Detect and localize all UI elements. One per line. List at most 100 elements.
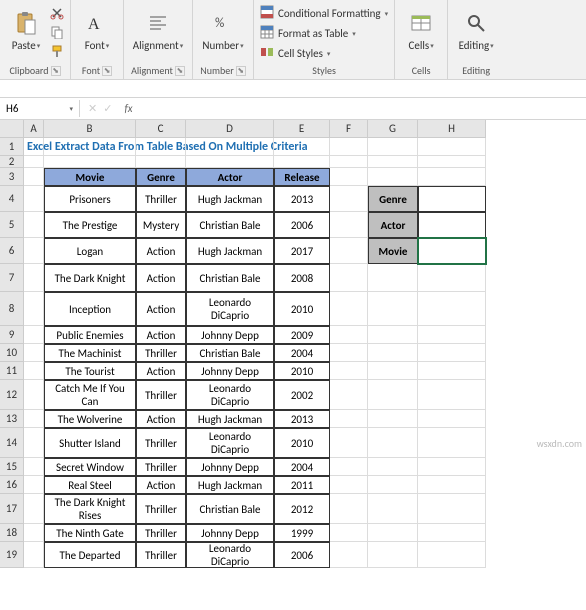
table-cell[interactable]: 2008 xyxy=(274,264,330,292)
cell[interactable] xyxy=(368,380,418,410)
cell[interactable] xyxy=(418,458,486,476)
table-cell[interactable]: The Dark Knight xyxy=(44,264,136,292)
table-cell[interactable]: 2006 xyxy=(274,542,330,568)
cell[interactable] xyxy=(186,138,274,156)
cell[interactable] xyxy=(368,264,418,292)
cell[interactable] xyxy=(418,410,486,428)
cell[interactable] xyxy=(330,138,368,156)
row-header[interactable]: 16 xyxy=(0,476,24,494)
cell[interactable] xyxy=(418,264,486,292)
table-cell[interactable]: Christian Bale xyxy=(186,494,274,524)
cells-button[interactable]: Cells▾ xyxy=(401,2,441,58)
cell[interactable] xyxy=(418,156,486,168)
table-cell[interactable]: Thriller xyxy=(136,542,186,568)
cell[interactable] xyxy=(24,212,44,238)
table-cell[interactable]: Secret Window xyxy=(44,458,136,476)
row-header[interactable]: 9 xyxy=(0,326,24,344)
table-cell[interactable]: The Ninth Gate xyxy=(44,524,136,542)
page-title[interactable]: Excel Extract Data From Table Based On M… xyxy=(24,138,44,156)
cell[interactable] xyxy=(24,186,44,212)
name-box[interactable]: H6 ▾ xyxy=(0,100,80,117)
table-cell[interactable]: Real Steel xyxy=(44,476,136,494)
cell[interactable] xyxy=(330,326,368,344)
table-cell[interactable]: 2010 xyxy=(274,292,330,326)
cancel-formula-icon[interactable]: ✕ xyxy=(88,102,97,115)
cell[interactable] xyxy=(368,362,418,380)
cell[interactable] xyxy=(24,458,44,476)
column-header[interactable]: A xyxy=(24,120,44,138)
table-cell[interactable]: Leonardo DiCaprio xyxy=(186,292,274,326)
cell[interactable] xyxy=(330,292,368,326)
cell[interactable] xyxy=(274,138,330,156)
column-header[interactable]: B xyxy=(44,120,136,138)
cell[interactable] xyxy=(368,168,418,186)
table-cell[interactable]: The Prestige xyxy=(44,212,136,238)
cell[interactable] xyxy=(368,344,418,362)
cut-icon[interactable] xyxy=(50,6,64,23)
table-cell[interactable]: The Dark Knight Rises xyxy=(44,494,136,524)
cell-styles-button[interactable]: Cell Styles▾ xyxy=(260,44,388,62)
cell[interactable] xyxy=(136,138,186,156)
formula-input[interactable] xyxy=(137,101,586,117)
cell[interactable] xyxy=(186,156,274,168)
table-cell[interactable]: Christian Bale xyxy=(186,212,274,238)
table-cell[interactable]: Public Enemies xyxy=(44,326,136,344)
cell[interactable] xyxy=(24,292,44,326)
cell[interactable] xyxy=(330,168,368,186)
cell[interactable] xyxy=(418,428,486,458)
table-cell[interactable]: Logan xyxy=(44,238,136,264)
cell[interactable] xyxy=(24,524,44,542)
cell[interactable] xyxy=(330,428,368,458)
dialog-launcher-icon[interactable]: ⬊ xyxy=(102,66,112,76)
table-cell[interactable]: Thriller xyxy=(136,524,186,542)
table-cell[interactable]: 2002 xyxy=(274,380,330,410)
table-cell[interactable]: Hugh Jackman xyxy=(186,238,274,264)
cell[interactable] xyxy=(330,524,368,542)
enter-formula-icon[interactable]: ✓ xyxy=(103,102,112,115)
table-cell[interactable]: Thriller xyxy=(136,344,186,362)
table-cell[interactable]: Action xyxy=(136,476,186,494)
row-header[interactable]: 14 xyxy=(0,428,24,458)
dialog-launcher-icon[interactable]: ⬊ xyxy=(175,66,185,76)
table-cell[interactable]: The Tourist xyxy=(44,362,136,380)
cell[interactable] xyxy=(24,168,44,186)
row-header[interactable]: 17 xyxy=(0,494,24,524)
cell[interactable] xyxy=(330,156,368,168)
cell[interactable] xyxy=(368,326,418,344)
alignment-button[interactable]: Alignment▾ xyxy=(130,2,186,58)
table-cell[interactable]: Action xyxy=(136,292,186,326)
cell[interactable] xyxy=(368,156,418,168)
column-header[interactable]: D xyxy=(186,120,274,138)
cell[interactable] xyxy=(418,494,486,524)
row-header[interactable]: 2 xyxy=(0,156,24,168)
dialog-launcher-icon[interactable]: ⬊ xyxy=(236,66,246,76)
cell[interactable] xyxy=(418,168,486,186)
cell[interactable] xyxy=(44,156,136,168)
cell[interactable] xyxy=(418,380,486,410)
cell[interactable] xyxy=(330,494,368,524)
editing-button[interactable]: Editing▾ xyxy=(454,2,498,58)
cell[interactable] xyxy=(330,362,368,380)
row-header[interactable]: 4 xyxy=(0,186,24,212)
row-header[interactable]: 8 xyxy=(0,292,24,326)
cell[interactable] xyxy=(24,326,44,344)
table-cell[interactable]: Inception xyxy=(44,292,136,326)
row-header[interactable]: 5 xyxy=(0,212,24,238)
table-cell[interactable]: Johnny Depp xyxy=(186,524,274,542)
cell[interactable] xyxy=(368,410,418,428)
table-cell[interactable]: Leonardo DiCaprio xyxy=(186,380,274,410)
table-cell[interactable]: Leonardo DiCaprio xyxy=(186,542,274,568)
row-header[interactable]: 15 xyxy=(0,458,24,476)
cell[interactable] xyxy=(24,476,44,494)
cell[interactable] xyxy=(44,138,136,156)
cell[interactable] xyxy=(418,524,486,542)
table-cell[interactable]: Action xyxy=(136,264,186,292)
table-cell[interactable]: Action xyxy=(136,362,186,380)
table-cell[interactable]: 2009 xyxy=(274,326,330,344)
table-cell[interactable]: Mystery xyxy=(136,212,186,238)
cell[interactable] xyxy=(330,264,368,292)
table-cell[interactable]: 2012 xyxy=(274,494,330,524)
table-cell[interactable]: Thriller xyxy=(136,186,186,212)
column-header[interactable]: G xyxy=(368,120,418,138)
cell[interactable] xyxy=(24,238,44,264)
